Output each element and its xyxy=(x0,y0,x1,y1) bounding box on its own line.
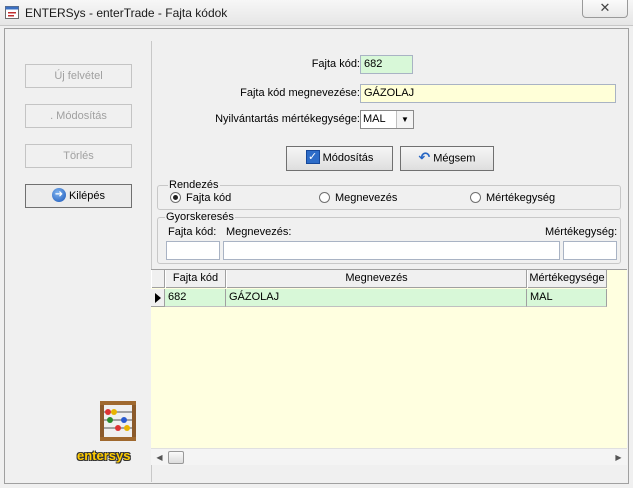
row-pointer-icon xyxy=(151,289,165,307)
qs-name-label: Megnevezés: xyxy=(226,226,292,238)
sort-option-code: Fajta kód xyxy=(186,192,232,204)
cancel-button[interactable]: ↶ Mégsem xyxy=(400,146,494,171)
grid-corner xyxy=(151,270,165,288)
main-window: Új felvétel . Módosítás Törlés ➜ Kilépés … xyxy=(4,28,629,484)
qs-code-label: Fajta kód: xyxy=(168,226,217,238)
radio-icon xyxy=(470,191,481,203)
name-field[interactable]: GÁZOLAJ xyxy=(360,84,616,103)
entersys-logo-text: entersys xyxy=(77,448,131,463)
unit-select[interactable]: MAL ▼ xyxy=(360,110,414,129)
data-grid: Fajta kód Megnevezés Mértékegysége 682 G… xyxy=(151,269,627,465)
exit-button-label: Kilépés xyxy=(68,190,106,202)
cell-code[interactable]: 682 xyxy=(165,289,226,307)
qs-name-input[interactable] xyxy=(223,241,560,260)
sort-option-unit: Mértékegység xyxy=(486,192,556,204)
qs-unit-input[interactable] xyxy=(563,241,617,260)
unit-select-value: MAL xyxy=(363,113,386,125)
column-header-unit[interactable]: Mértékegysége xyxy=(527,270,607,288)
abacus-logo-icon xyxy=(100,401,136,441)
grid-header: Fajta kód Megnevezés Mértékegysége xyxy=(151,270,607,288)
column-header-code[interactable]: Fajta kód xyxy=(165,270,226,288)
checkmark-icon: ✓ xyxy=(305,150,320,165)
app-icon xyxy=(5,6,19,19)
code-label: Fajta kód: xyxy=(311,58,360,70)
close-button[interactable]: ✕ xyxy=(582,0,628,18)
new-record-button[interactable]: Új felvétel xyxy=(25,64,132,88)
cancel-button-label: Mégsem xyxy=(433,152,476,165)
sort-by-unit-radio[interactable]: Mértékegység xyxy=(470,191,556,204)
radio-selected-icon xyxy=(170,191,181,203)
modify-button[interactable]: ✓ Módosítás xyxy=(286,146,393,171)
qs-code-input[interactable] xyxy=(166,241,220,260)
sort-by-code-radio[interactable]: Fajta kód xyxy=(170,191,232,204)
modify-button-label: Módosítás xyxy=(322,152,374,164)
column-header-name[interactable]: Megnevezés xyxy=(226,270,527,288)
radio-icon xyxy=(319,191,330,203)
sort-option-name: Megnevezés xyxy=(335,192,398,204)
sort-group-title: Rendezés xyxy=(168,179,220,191)
code-field[interactable]: 682 xyxy=(360,55,413,74)
scroll-thumb[interactable] xyxy=(168,451,184,464)
qs-unit-label: Mértékegység: xyxy=(545,226,618,238)
delete-button[interactable]: Törlés xyxy=(25,144,132,168)
quicksearch-group-title: Gyorskeresés xyxy=(165,211,235,223)
chevron-down-icon[interactable]: ▼ xyxy=(396,111,413,128)
title-bar: ENTERSys - enterTrade - Fajta kódok ✕ xyxy=(0,0,633,26)
name-label: Fajta kód megnevezése: xyxy=(240,87,360,99)
cell-unit[interactable]: MAL xyxy=(527,289,607,307)
unit-label: Nyilvántartás mértékegysége: xyxy=(215,113,360,125)
horizontal-scrollbar[interactable]: ◀ ▶ xyxy=(151,448,627,465)
exit-button[interactable]: ➜ Kilépés xyxy=(25,184,132,208)
arrow-right-icon: ➜ xyxy=(51,188,66,203)
window-title: ENTERSys - enterTrade - Fajta kódok xyxy=(25,6,228,20)
table-row[interactable]: 682 GÁZOLAJ MAL xyxy=(151,289,607,307)
sort-by-name-radio[interactable]: Megnevezés xyxy=(319,191,398,204)
scroll-right-icon[interactable]: ▶ xyxy=(610,449,627,466)
cell-name[interactable]: GÁZOLAJ xyxy=(226,289,527,307)
scroll-left-icon[interactable]: ◀ xyxy=(151,449,168,466)
undo-icon: ↶ xyxy=(418,149,431,165)
modify-side-button[interactable]: . Módosítás xyxy=(25,104,132,128)
